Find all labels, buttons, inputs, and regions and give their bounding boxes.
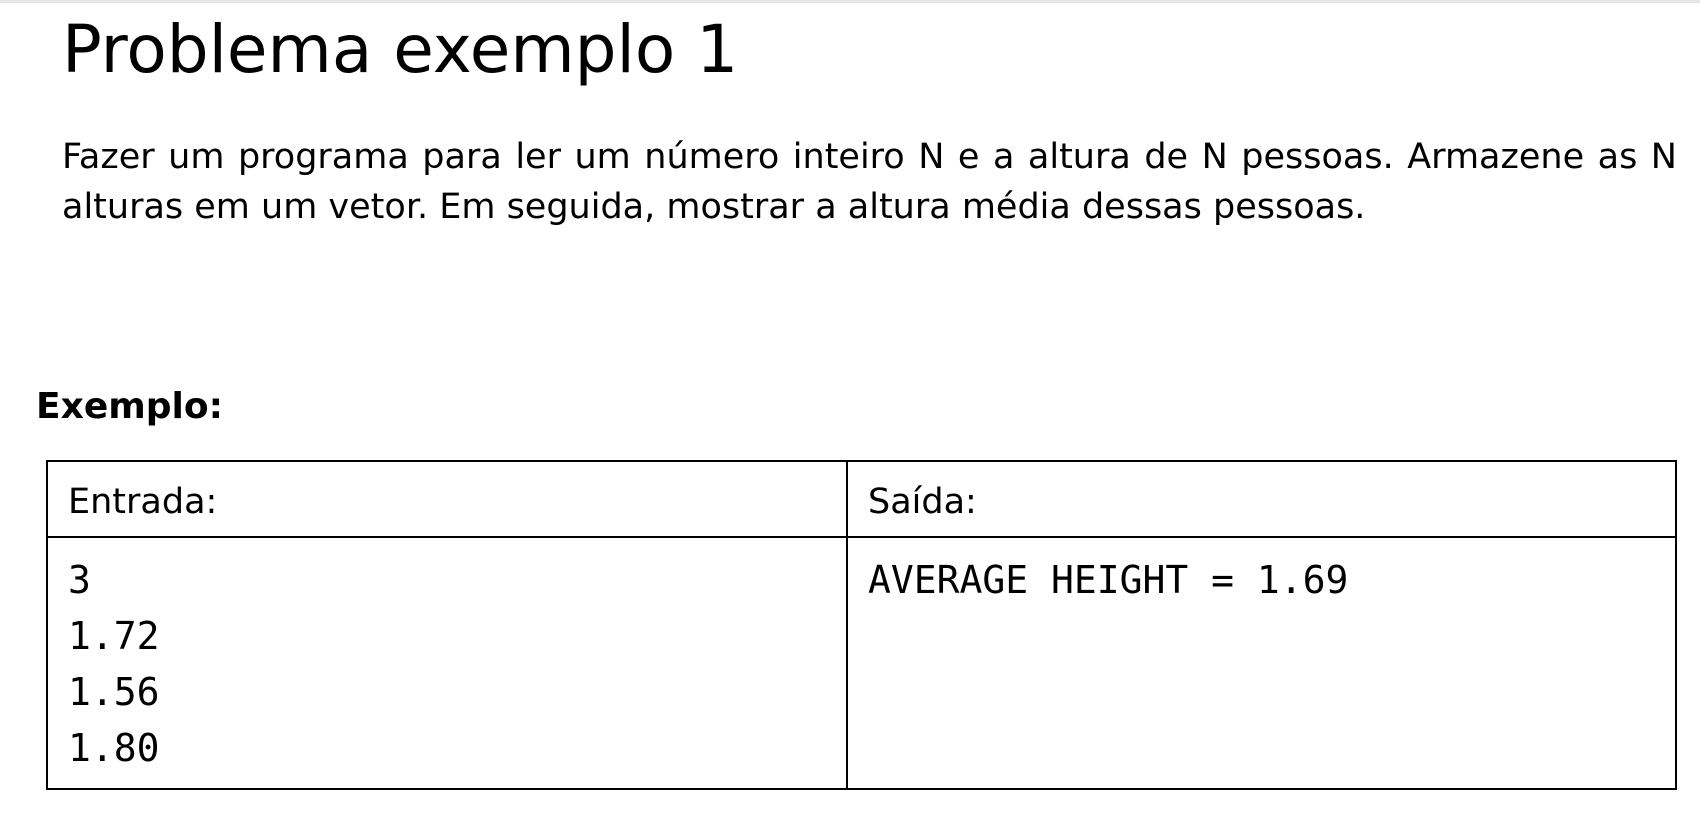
output-cell: AVERAGE HEIGHT = 1.69 <box>846 536 1677 790</box>
slide-title: Problema exemplo 1 <box>62 11 739 88</box>
input-line: 1.72 <box>68 614 160 658</box>
output-header: Saída: <box>868 482 977 522</box>
example-label: Exemplo: <box>36 386 223 427</box>
input-line: 3 <box>68 558 91 602</box>
input-header-cell: Entrada: <box>46 460 848 538</box>
problem-statement: Fazer um programa para ler um número int… <box>62 137 1677 227</box>
output-line: AVERAGE HEIGHT = 1.69 <box>868 558 1349 602</box>
table-body-row: 3 1.72 1.56 1.80 AVERAGE HEIGHT = 1.69 <box>46 536 1677 790</box>
input-header: Entrada: <box>68 482 218 522</box>
output-lines: AVERAGE HEIGHT = 1.69 <box>848 538 1675 608</box>
top-rule <box>0 0 1700 3</box>
table-header-row: Entrada: Saída: <box>46 460 1677 538</box>
example-io-table: Entrada: Saída: 3 1.72 1.56 1.80 AVERAGE… <box>46 460 1677 790</box>
output-header-cell: Saída: <box>846 460 1677 538</box>
input-line: 1.80 <box>68 726 160 770</box>
input-cell: 3 1.72 1.56 1.80 <box>46 536 848 790</box>
input-line: 1.56 <box>68 670 160 714</box>
input-lines: 3 1.72 1.56 1.80 <box>48 538 846 776</box>
